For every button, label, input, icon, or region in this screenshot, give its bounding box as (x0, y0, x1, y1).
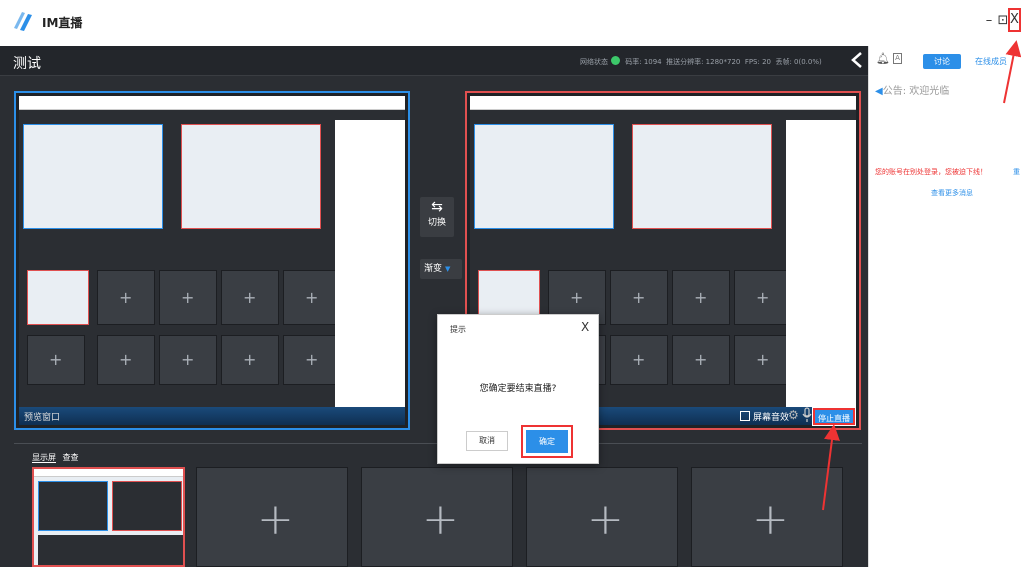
confirm-dialog: 提示 X 您确定要结束直播? 取消 确定 (437, 314, 599, 464)
room-title: 测试 (13, 56, 41, 72)
app-logo-icon (14, 12, 32, 31)
network-status-label: 网络状态 (580, 58, 608, 66)
preview-screen-capture: + + + + + + + + + (19, 96, 405, 425)
source-tabs: 显示屏 查查 (32, 452, 83, 463)
stop-live-button[interactable]: 停止直播 (812, 407, 856, 426)
bell-icon[interactable]: 🔔︎ (876, 52, 890, 65)
more-messages-link[interactable]: 查看更多消息 (931, 188, 973, 198)
preview-window-label: 预览窗口 (24, 413, 61, 423)
add-source-icon: + (752, 494, 789, 545)
network-status-icon (611, 56, 620, 65)
speaker-icon: ◀ (875, 86, 883, 97)
source-slot-empty[interactable]: + (691, 467, 843, 567)
tab-display[interactable]: 显示屏 (32, 453, 56, 463)
frame-loss-value: 丢帧: 0(0.0%) (775, 58, 822, 66)
dialog-title: 提示 (450, 325, 466, 334)
add-source-icon: + (257, 494, 294, 545)
transition-select[interactable]: 渐变 ▼ (420, 259, 462, 279)
chat-panel-header: 🔔︎ A 讨论 在线成员 (869, 46, 1021, 76)
chat-panel: 🔔︎ A 讨论 在线成员 ◀公告: 欢迎光临 您的账号在别处登录，您被迫下线！ … (868, 46, 1021, 567)
preview-window[interactable]: + + + + + + + + + (14, 91, 410, 430)
source-slot-empty[interactable]: + (361, 467, 513, 567)
document-icon[interactable]: A (893, 53, 902, 64)
cancel-button[interactable]: 取消 (466, 431, 508, 451)
switch-button[interactable]: ⇆ 切换 (420, 197, 454, 237)
switch-label: 切换 (427, 218, 446, 228)
switch-icon: ⇆ (431, 199, 443, 215)
screen-sound-label: 屏幕音效 (753, 413, 790, 423)
relogin-link[interactable]: 重 (1013, 167, 1020, 177)
title-bar: IM直播 – ⊡ X (0, 0, 1021, 46)
transition-label: 渐变 (424, 264, 443, 274)
source-slot-display[interactable] (32, 467, 185, 567)
confirm-button[interactable]: 确定 (526, 430, 568, 453)
microphone-icon[interactable] (802, 407, 812, 423)
app-title: IM直播 (42, 16, 83, 30)
confirm-button-highlight: 确定 (521, 425, 573, 458)
source-slot-empty[interactable]: + (526, 467, 678, 567)
stream-stats: 网络状态 码率: 1094 推送分辨率: 1280*720 FPS: 20 丢帧… (580, 56, 822, 67)
dialog-close-icon[interactable]: X (581, 320, 589, 334)
chevron-down-icon: ▼ (445, 265, 451, 273)
gear-icon[interactable]: ⚙ (788, 408, 799, 422)
fps-value: FPS: 20 (744, 58, 771, 66)
add-source-icon: + (587, 494, 624, 545)
bitrate-value: 码率: 1094 (625, 58, 662, 66)
close-button[interactable]: X (1008, 8, 1021, 32)
main-area: 测试 网络状态 码率: 1094 推送分辨率: 1280*720 FPS: 20… (0, 46, 868, 567)
dialog-message: 您确定要结束直播? (479, 384, 557, 394)
tab-online-members[interactable]: 在线成员 (975, 56, 1007, 67)
status-bar: 测试 网络状态 码率: 1094 推送分辨率: 1280*720 FPS: 20… (0, 46, 868, 76)
minimize-button[interactable]: – (982, 12, 996, 30)
tab-check[interactable]: 查查 (63, 453, 79, 462)
announcement: ◀公告: 欢迎光临 (875, 86, 950, 97)
source-slot-empty[interactable]: + (196, 467, 348, 567)
add-source-icon: + (422, 494, 459, 545)
screen-sound-checkbox[interactable] (740, 411, 750, 421)
share-icon[interactable] (850, 51, 864, 69)
tab-discussion[interactable]: 讨论 (923, 54, 961, 69)
resolution-value: 推送分辨率: 1280*720 (666, 58, 741, 66)
kicked-offline-message: 您的账号在别处登录，您被迫下线！ (875, 168, 987, 176)
